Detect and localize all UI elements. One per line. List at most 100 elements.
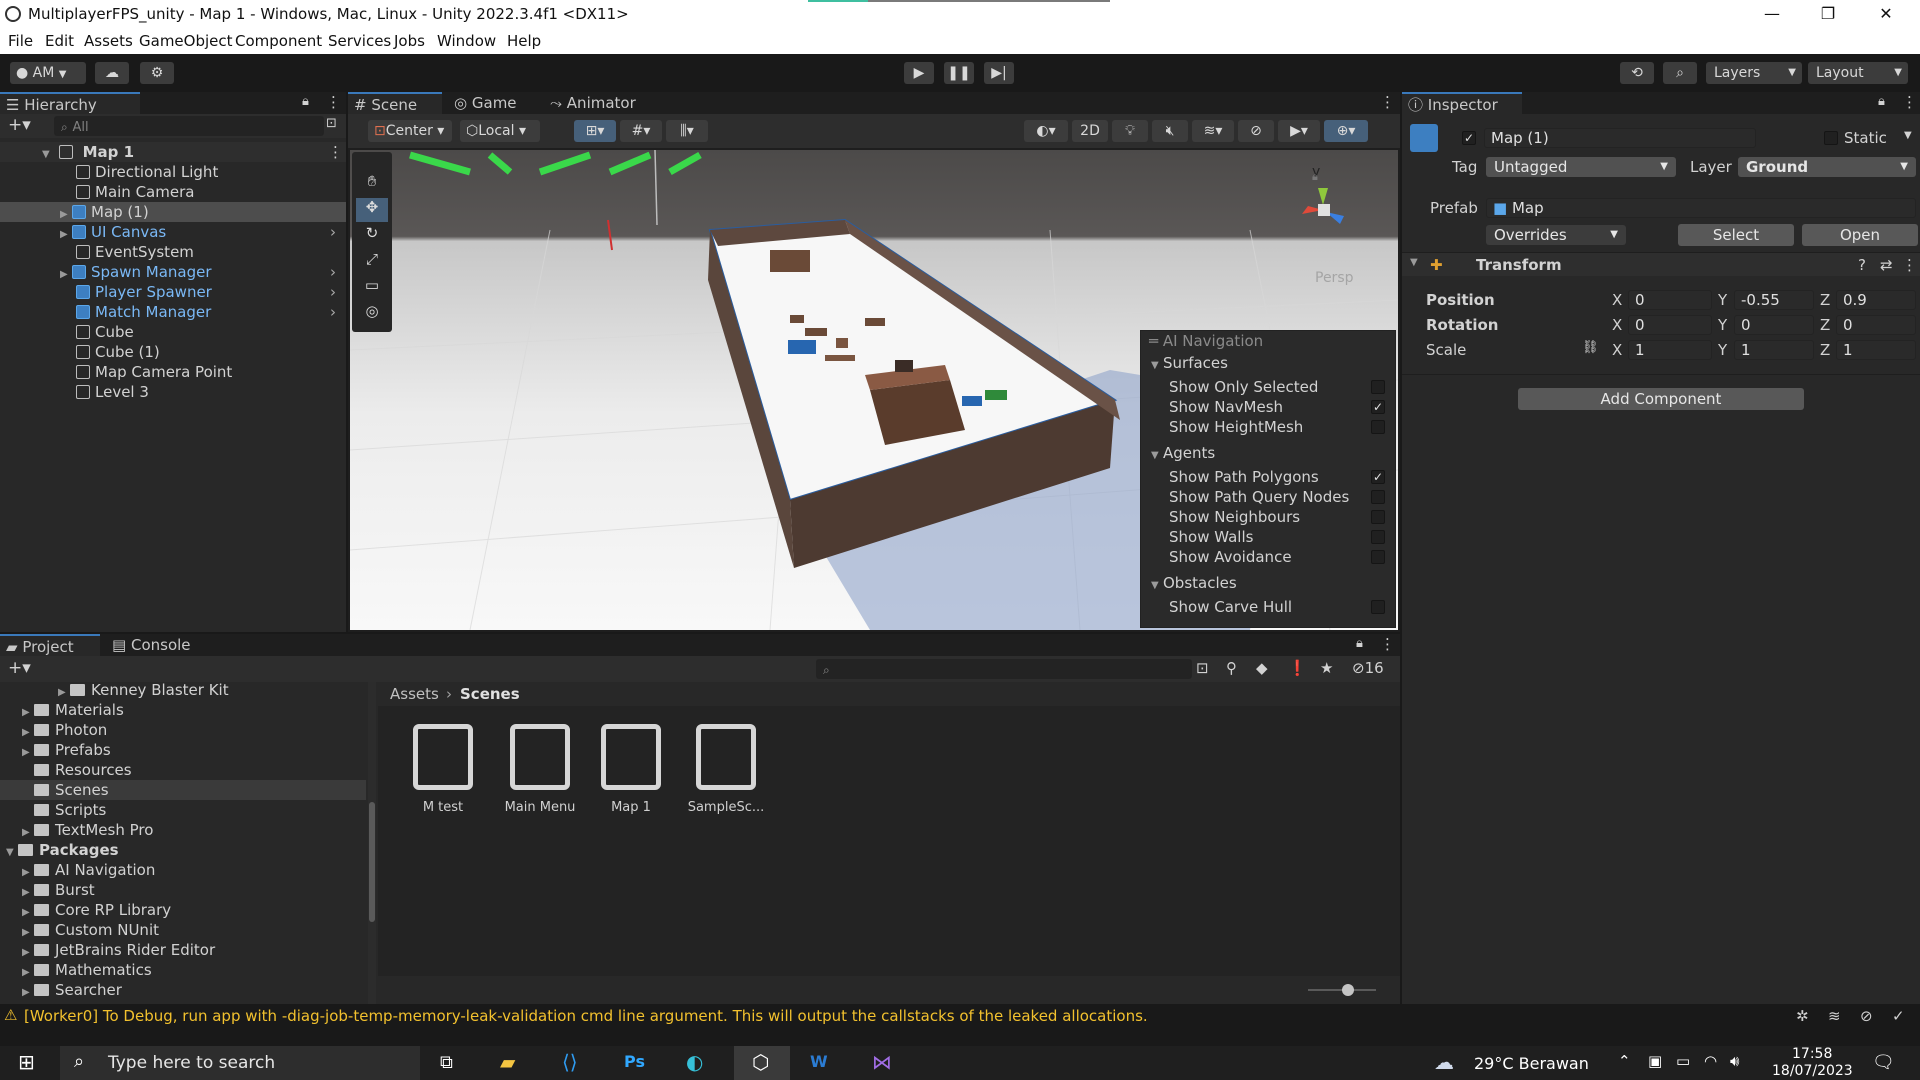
folder-item[interactable]: Resources xyxy=(0,760,376,780)
asset-tile[interactable]: Map 1 xyxy=(596,724,666,815)
folder-tree-scrollbar[interactable] xyxy=(368,682,376,1004)
show-path-polygons-checkbox[interactable]: ✓ xyxy=(1371,470,1385,484)
effects-dropdown[interactable]: ≋▾ xyxy=(1192,120,1234,142)
lock-icon[interactable]: 🔒︎ xyxy=(1878,94,1885,109)
draw-mode-dropdown[interactable]: ◐▾ xyxy=(1024,120,1068,142)
file-explorer-icon[interactable]: ▰ xyxy=(500,1050,515,1074)
scene-visibility-icon[interactable]: ⊡ xyxy=(326,116,337,131)
more-options-icon[interactable]: ⋮ xyxy=(1902,256,1917,274)
visual-studio-icon[interactable]: ⋈ xyxy=(872,1050,892,1074)
lock-icon[interactable]: 🔒︎ xyxy=(1356,636,1363,651)
step-button[interactable]: ▶| xyxy=(984,62,1014,84)
word-icon[interactable]: W xyxy=(810,1052,828,1071)
menu-help[interactable]: Help xyxy=(507,32,541,50)
select-prefab-button[interactable]: Select xyxy=(1678,224,1794,246)
overlay-title[interactable]: ═ AI Navigation xyxy=(1149,331,1263,351)
folder-item[interactable]: ▼ Packages xyxy=(0,840,376,860)
camera-settings-dropdown[interactable]: ▶▾ xyxy=(1278,120,1320,142)
menu-window[interactable]: Window xyxy=(437,32,496,50)
debug-bug-icon[interactable]: ✲ xyxy=(1796,1007,1809,1025)
folder-item[interactable]: Scripts xyxy=(0,800,376,820)
folder-item[interactable]: ▶ Photon xyxy=(0,720,376,740)
hierarchy-item[interactable]: Map Camera Point xyxy=(0,362,346,382)
icon-size-slider-handle[interactable] xyxy=(1342,984,1354,996)
favorite-star-icon[interactable]: ★ xyxy=(1320,659,1333,677)
menu-assets[interactable]: Assets xyxy=(84,32,133,50)
warning-filter-icon[interactable]: ❗ xyxy=(1288,659,1307,677)
section-surfaces[interactable]: ▼ Surfaces xyxy=(1151,353,1228,373)
scale-tool-icon[interactable]: ⤢ xyxy=(356,250,388,274)
filter-type-icon[interactable]: ⚲ xyxy=(1226,659,1237,677)
move-tool-icon[interactable]: ✥ xyxy=(356,198,388,222)
hierarchy-item[interactable]: Main Camera xyxy=(0,182,346,202)
hidden-objects-toggle[interactable]: ⊘ xyxy=(1238,120,1274,142)
folder-item[interactable]: ▶ Custom NUnit xyxy=(0,920,376,940)
unity-taskbar-button[interactable]: ⬡ xyxy=(734,1046,790,1080)
breadcrumb-scenes[interactable]: Scenes xyxy=(460,685,520,703)
search-by-type-icon[interactable]: ⊡ xyxy=(1196,659,1209,677)
history-icon[interactable]: ⟲ xyxy=(1620,62,1654,84)
tray-chevron-up-icon[interactable]: ⌃ xyxy=(1618,1052,1631,1070)
show-neighbours-checkbox[interactable] xyxy=(1371,510,1385,524)
progress-check-icon[interactable]: ✓ xyxy=(1892,1007,1905,1025)
auto-generate-lighting-icon[interactable]: ⊘ xyxy=(1860,1007,1873,1025)
grid-toggle[interactable]: #▾ xyxy=(620,120,662,142)
task-view-icon[interactable]: ⧉ xyxy=(440,1052,453,1073)
section-agents[interactable]: ▼ Agents xyxy=(1151,443,1215,463)
hierarchy-item[interactable]: ▶ Spawn Manager › xyxy=(0,262,346,282)
add-component-button[interactable]: Add Component xyxy=(1518,388,1804,410)
scale-z-field[interactable]: 1 xyxy=(1836,340,1916,360)
menu-component[interactable]: Component xyxy=(235,32,322,50)
open-prefab-button[interactable]: Open xyxy=(1802,224,1918,246)
hidden-packages-icon[interactable]: ⊘16 xyxy=(1352,659,1384,677)
hierarchy-item[interactable]: Player Spawner › xyxy=(0,282,346,302)
scale-y-field[interactable]: 1 xyxy=(1734,340,1814,360)
layer-dropdown[interactable]: Ground ▼ xyxy=(1738,157,1916,177)
overrides-dropdown[interactable]: Overrides ▼ xyxy=(1486,225,1626,245)
grid-snap-toggle[interactable]: ⊞▾ xyxy=(574,120,616,142)
photoshop-icon[interactable]: Ps xyxy=(624,1052,645,1071)
windows-start-icon[interactable]: ⊞ xyxy=(18,1050,35,1074)
static-checkbox[interactable] xyxy=(1824,131,1838,145)
rotation-y-field[interactable]: 0 xyxy=(1734,315,1814,335)
more-options-icon[interactable]: ⋮ xyxy=(1380,635,1395,653)
hierarchy-item[interactable]: Level 3 xyxy=(0,382,346,402)
toggle-2d-button[interactable]: 2D xyxy=(1072,120,1108,142)
more-options-icon[interactable]: ⋮ xyxy=(1380,93,1395,111)
chevron-right-icon[interactable]: › xyxy=(330,262,336,282)
hierarchy-item[interactable]: Cube xyxy=(0,322,346,342)
speaker-icon[interactable]: 🔊︎ xyxy=(1730,1052,1739,1070)
hierarchy-search-input[interactable]: ⌕ All xyxy=(54,116,324,136)
folder-item[interactable]: ▶ Burst xyxy=(0,880,376,900)
lock-icon[interactable]: 🔒︎ xyxy=(302,94,309,109)
preset-icon[interactable]: ⇄ xyxy=(1880,256,1893,274)
transform-header[interactable]: ▼ ✚ Transform ? ⇄ ⋮ xyxy=(1402,252,1920,276)
tab-hierarchy[interactable]: ☰ Hierarchy xyxy=(0,92,140,114)
chevron-right-icon[interactable]: › xyxy=(330,282,336,302)
position-x-field[interactable]: 0 xyxy=(1628,290,1712,310)
search-icon[interactable]: ⌕ xyxy=(1663,62,1697,84)
edge-browser-icon[interactable]: ◐ xyxy=(686,1050,703,1074)
collab-gear-icon[interactable]: ⚙ xyxy=(140,62,174,84)
gizmo-lock-icon[interactable]: 🔒︎ xyxy=(1312,170,1318,184)
vscode-icon[interactable]: ⟨⟩ xyxy=(562,1050,578,1074)
orientation-gizmo[interactable] xyxy=(1288,180,1358,240)
tab-console[interactable]: ▤ Console xyxy=(106,634,216,656)
hierarchy-item[interactable]: Directional Light xyxy=(0,162,346,182)
show-only-selected-checkbox[interactable] xyxy=(1371,380,1385,394)
show-walls-checkbox[interactable] xyxy=(1371,530,1385,544)
asset-tile[interactable]: SampleSc... xyxy=(686,724,766,815)
weather-text[interactable]: 29°C Berawan xyxy=(1474,1054,1589,1073)
play-button[interactable]: ▶ xyxy=(904,62,934,84)
meet-now-icon[interactable]: ▣ xyxy=(1648,1052,1662,1070)
pause-button[interactable]: ❚❚ xyxy=(944,62,974,84)
prefab-field[interactable]: ■ Map xyxy=(1486,198,1916,218)
maximize-button[interactable]: ❐ xyxy=(1800,0,1856,30)
position-y-field[interactable]: -0.55 xyxy=(1734,290,1814,310)
folder-item[interactable]: ▶ Core RP Library xyxy=(0,900,376,920)
clock-time[interactable]: 17:58 xyxy=(1792,1046,1832,1062)
menu-services[interactable]: Services xyxy=(328,32,391,50)
label-tag-icon[interactable]: ◆ xyxy=(1256,659,1268,677)
taskbar-search-box[interactable]: ⌕ Type here to search xyxy=(60,1046,420,1080)
folder-item[interactable]: ▶ JetBrains Rider Editor xyxy=(0,940,376,960)
